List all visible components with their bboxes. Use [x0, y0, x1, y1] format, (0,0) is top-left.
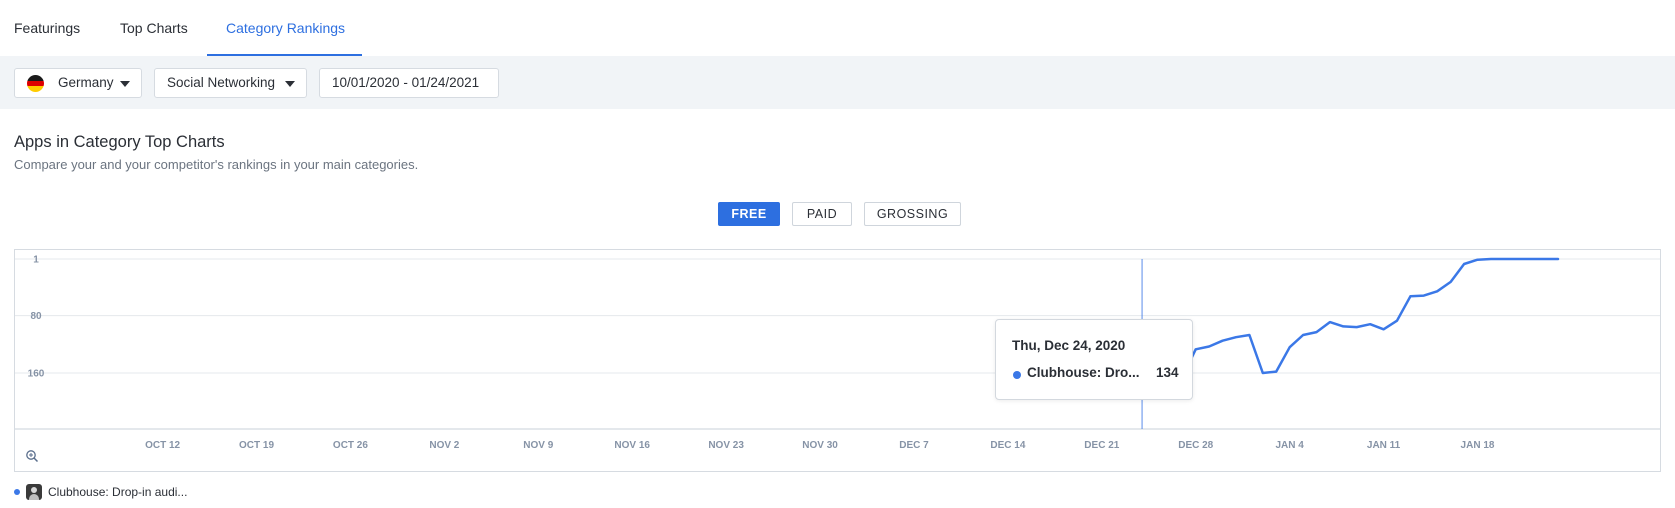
x-tick-label: DEC 21	[1084, 440, 1119, 451]
paid-toggle[interactable]: PAID	[792, 202, 852, 226]
legend-label: Clubhouse: Drop-in audi...	[48, 485, 188, 499]
date-range-picker[interactable]: 10/01/2020 - 01/24/2021	[319, 68, 499, 98]
country-dropdown[interactable]: Germany	[14, 68, 142, 98]
x-tick-label: DEC 14	[990, 440, 1025, 451]
chevron-down-icon	[120, 81, 130, 87]
y-tick-label: 1	[33, 255, 39, 266]
chart-tooltip: Thu, Dec 24, 2020 Clubhouse: Dro... 134	[995, 319, 1193, 400]
free-toggle[interactable]: FREE	[718, 202, 780, 226]
y-tick-label: 160	[28, 369, 45, 380]
tooltip-series-name: Clubhouse: Dro...	[1027, 365, 1140, 380]
series-line[interactable]	[1140, 257, 1560, 379]
x-tick-label: NOV 9	[523, 440, 553, 451]
x-tick-label: OCT 26	[333, 440, 368, 451]
tab-bar: Featurings Top Charts Category Rankings	[0, 0, 1675, 56]
category-label: Social Networking	[167, 75, 276, 90]
section-subtitle: Compare your and your competitor's ranki…	[14, 157, 419, 172]
x-tick-label: JAN 18	[1461, 440, 1495, 451]
ranking-chart: 1 80 160 OCT 12 OCT 19 OCT 26 NOV 2 NOV 9 NOV 1…	[14, 249, 1661, 472]
x-tick-label: NOV 23	[708, 440, 744, 451]
zoom-in-icon[interactable]	[26, 450, 39, 463]
x-tick-label: OCT 12	[145, 440, 180, 451]
tab-featurings[interactable]: Featurings	[14, 0, 80, 56]
tab-category-rankings[interactable]: Category Rankings	[207, 0, 362, 56]
x-tick-label: DEC 28	[1178, 440, 1213, 451]
x-tick-label: JAN 11	[1367, 440, 1401, 451]
section-title: Apps in Category Top Charts	[14, 133, 225, 151]
germany-flag-icon	[27, 75, 44, 92]
x-tick-label: NOV 30	[802, 440, 838, 451]
grossing-toggle[interactable]: GROSSING	[864, 202, 961, 226]
date-range-label: 10/01/2020 - 01/24/2021	[332, 75, 480, 90]
y-tick-label: 80	[30, 311, 42, 322]
chevron-down-icon	[285, 81, 295, 87]
x-tick-label: JAN 4	[1275, 440, 1304, 451]
x-tick-label: DEC 7	[899, 440, 929, 451]
country-label: Germany	[58, 75, 114, 90]
x-tick-label: NOV 16	[614, 440, 650, 451]
tooltip-value: 134	[1156, 365, 1179, 380]
x-tick-label: NOV 2	[429, 440, 459, 451]
x-tick-label: OCT 19	[239, 440, 274, 451]
tooltip-date: Thu, Dec 24, 2020	[1012, 338, 1126, 353]
ranking-chart-svg: 1 80 160 OCT 12 OCT 19 OCT 26 NOV 2 NOV 9 NOV 1…	[15, 255, 1660, 463]
tab-top-charts[interactable]: Top Charts	[120, 0, 188, 56]
legend-dot-icon	[14, 489, 20, 495]
series-dot-icon	[1013, 371, 1021, 379]
category-dropdown[interactable]: Social Networking	[154, 68, 307, 98]
filter-bar: Germany Social Networking 10/01/2020 - 0…	[0, 56, 1675, 109]
clubhouse-app-icon	[26, 484, 42, 500]
